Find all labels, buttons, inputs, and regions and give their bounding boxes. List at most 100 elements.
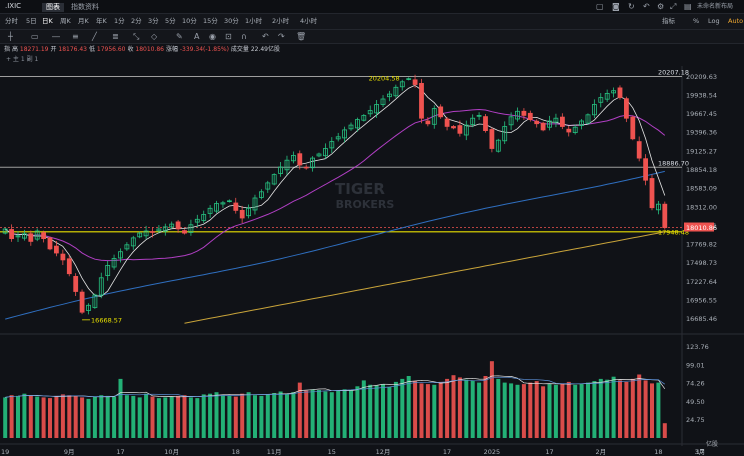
tf-10min[interactable]: 10分 <box>182 18 197 25</box>
scale-auto[interactable]: Auto <box>728 18 743 25</box>
volume-ma-white <box>5 375 666 398</box>
volume-bar <box>182 395 187 438</box>
measure-tool-icon[interactable]: ⤡ <box>133 33 139 41</box>
fullscreen-icon[interactable]: ⤢ <box>670 3 676 11</box>
tf-30min[interactable]: 30分 <box>224 18 239 25</box>
indicator-toggles[interactable]: + 主 1 副 1 <box>6 57 38 63</box>
undo-icon[interactable]: ↶ <box>643 3 650 11</box>
tf-1hour[interactable]: 1小时 <box>245 18 262 25</box>
watermark-text: TIGER <box>335 180 385 198</box>
channel-tool-icon[interactable]: ≡ <box>72 33 79 41</box>
tf-2hour[interactable]: 2小时 <box>272 18 289 25</box>
volume-bar <box>656 382 661 438</box>
volume-bar <box>214 392 219 438</box>
volume-bar <box>432 384 437 438</box>
volume-bar <box>400 378 405 438</box>
candle-body <box>54 245 59 254</box>
cursor-tool-icon[interactable]: ┼ <box>8 33 13 41</box>
turnover-value: 22.49亿股 <box>250 46 280 53</box>
fib-tool-icon[interactable]: ≣ <box>112 33 119 41</box>
scale-log[interactable]: Log <box>708 18 720 25</box>
volume-bar <box>265 394 270 438</box>
tf-3min[interactable]: 3分 <box>148 18 159 25</box>
tf-4hour[interactable]: 4小时 <box>300 18 317 25</box>
candle-body <box>412 79 418 85</box>
volume-bar <box>124 395 129 438</box>
volume-tick-label: 49.50 <box>686 398 705 406</box>
rect-tool-icon[interactable]: ▭ <box>31 33 39 41</box>
volume-bar <box>201 394 206 438</box>
volume-bar <box>86 398 91 438</box>
volume-bar <box>393 381 398 438</box>
volume-bar <box>73 395 78 438</box>
eye-icon[interactable]: ◉ <box>209 33 216 41</box>
tf-1min[interactable]: 1分 <box>114 18 125 25</box>
camera-icon[interactable]: ◙ <box>612 3 620 11</box>
shape-tool-icon[interactable]: ◇ <box>151 33 157 41</box>
tf-15min[interactable]: 15分 <box>203 18 218 25</box>
tab-chart[interactable]: 图表 <box>42 3 64 12</box>
info-prefix: 指 <box>4 46 11 53</box>
volume-bar <box>425 384 430 438</box>
tf-5min[interactable]: 5分 <box>165 18 176 25</box>
turnover-label: 成交量 <box>230 46 249 53</box>
magnet-icon[interactable]: ∩ <box>241 33 247 41</box>
tf-2min[interactable]: 2分 <box>131 18 142 25</box>
candle-body <box>239 209 245 219</box>
candle-body <box>47 237 53 250</box>
tf-monthly[interactable]: 月K <box>78 18 89 25</box>
tab-index-info[interactable]: 指数资料 <box>68 3 102 12</box>
layout-icon[interactable]: ▤ <box>684 3 692 11</box>
candle-body <box>489 129 495 149</box>
volume-bar <box>502 382 507 438</box>
tf-5day[interactable]: 5日 <box>26 18 37 25</box>
volume-bar <box>35 396 40 438</box>
undo-draw-icon[interactable]: ↶ <box>262 33 269 41</box>
refresh-icon[interactable]: ↻ <box>628 3 635 11</box>
tf-intraday[interactable]: 分时 <box>5 18 18 25</box>
time-tick-label: 17 <box>443 448 451 456</box>
hline-top-label: 20207.18 <box>658 68 689 76</box>
tf-daily[interactable]: 日K <box>42 18 53 25</box>
layout-name[interactable]: 未命名新布局 <box>697 4 733 10</box>
price-chart[interactable]: TIGERBROKERS 20209.63 19938.54 19667.45 193… <box>0 66 744 456</box>
candle-body <box>9 229 15 240</box>
trend-tool-icon[interactable]: ╱ <box>92 33 97 41</box>
scale-percent[interactable]: % <box>693 18 699 25</box>
text-tool-icon[interactable]: A <box>194 33 199 41</box>
pencil-icon[interactable]: ✎ <box>176 33 183 41</box>
time-tick-label: 17 <box>545 448 553 456</box>
redo-draw-icon[interactable]: ↷ <box>278 33 285 41</box>
price-tick-label: 19938.54 <box>686 91 717 99</box>
volume-bar <box>355 386 360 438</box>
candle-body <box>41 232 46 239</box>
volume-bar <box>304 390 309 438</box>
indicator-button[interactable]: 指标 <box>662 18 675 25</box>
volume-bar <box>150 396 155 438</box>
candle-body <box>451 126 456 129</box>
volume-bar <box>112 396 117 438</box>
volume-tick-label: 99.01 <box>686 361 705 369</box>
candle-body <box>527 112 533 120</box>
price-tick-label: 18854.18 <box>686 166 717 174</box>
time-tick-label: 18 <box>654 448 662 456</box>
tf-weekly[interactable]: 周K <box>60 18 71 25</box>
trash-icon[interactable]: 🗑 <box>296 33 306 41</box>
candle-body <box>406 78 412 80</box>
volume-bar <box>662 423 667 438</box>
candle-body <box>73 275 79 292</box>
symbol-label: .IXIC <box>5 2 22 10</box>
tf-yearly[interactable]: 年K <box>96 18 107 25</box>
volume-bar <box>227 395 232 438</box>
lock-icon[interactable]: ⊡ <box>225 33 232 41</box>
candle-body <box>560 116 565 127</box>
price-tick-label: 17769.82 <box>686 241 717 249</box>
volume-bar <box>253 395 257 438</box>
hline-tool-icon[interactable]: ― <box>52 33 60 41</box>
sidebar-toggle-icon[interactable]: ▢ <box>596 3 604 11</box>
volume-bar <box>566 381 571 438</box>
volume-bar <box>28 395 33 438</box>
settings-icon[interactable]: ⚙ <box>657 3 664 11</box>
volume-bar <box>291 392 296 438</box>
volume-unit-label: 亿股 <box>706 440 718 448</box>
